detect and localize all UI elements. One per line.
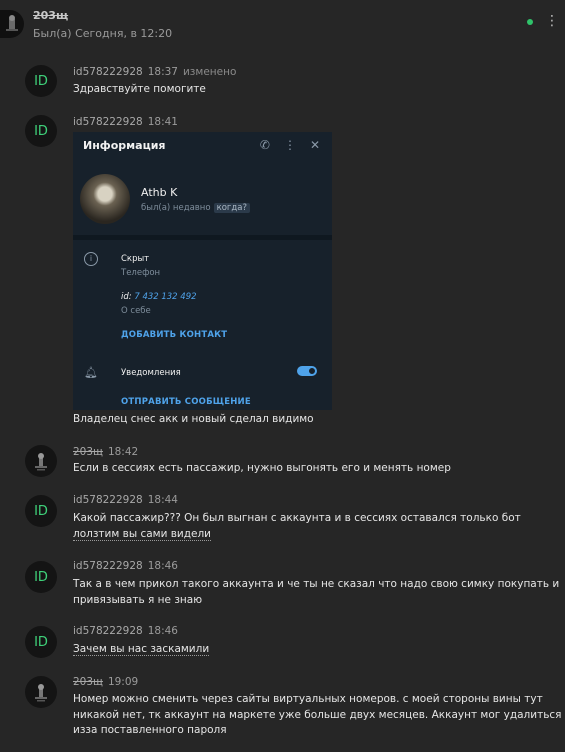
message-author[interactable]: id578222928	[73, 66, 143, 78]
chess-piece-icon	[35, 684, 47, 702]
phone-value: Скрыт	[121, 254, 150, 264]
about-label: О себе	[121, 306, 151, 316]
user-avatar[interactable]: ID	[25, 65, 57, 97]
message-meta: id578222928 18:44	[73, 494, 178, 506]
profile-last-seen: был(а) недавно когда?	[141, 203, 250, 213]
message-time: 18:44	[147, 494, 178, 506]
phone-label: Телефон	[121, 268, 161, 278]
message-author[interactable]: id578222928	[73, 625, 143, 637]
profile-avatar	[80, 174, 130, 224]
message-text: Зачем вы нас заскамили	[73, 643, 210, 656]
user-id: id: 7 432 132 492	[121, 292, 197, 302]
message-time: 19:09	[107, 676, 139, 688]
bell-icon: 🔔︎	[84, 366, 98, 379]
avatar-initials: ID	[34, 569, 48, 585]
message-text: Здравствуйте помогите	[73, 83, 206, 95]
message-meta: 203щ 18:42	[73, 446, 138, 458]
user-avatar[interactable]	[25, 445, 57, 477]
message-time: 18:42	[107, 446, 139, 458]
contact-name[interactable]: 203щ	[33, 9, 68, 22]
message-author[interactable]: 203щ	[73, 446, 103, 458]
user-avatar[interactable]	[25, 676, 57, 708]
message-text: Владелец снес акк и новый сделал видимо	[73, 413, 314, 425]
when-chip: когда?	[213, 203, 250, 213]
more-icon: ⋮	[283, 138, 296, 152]
message-meta: id578222928 18:41	[73, 116, 178, 128]
message-text: Так а в чем прикол такого аккаунта и че …	[73, 578, 560, 606]
more-options-icon[interactable]: ⋮⋮	[545, 14, 565, 28]
divider	[73, 235, 332, 240]
avatar-initials: ID	[34, 73, 48, 89]
avatar-initials: ID	[34, 503, 48, 519]
message-time: 18:41	[147, 116, 178, 128]
user-avatar[interactable]: ID	[25, 115, 57, 147]
contact-status: Был(а) Сегодня, в 12:20	[33, 27, 173, 40]
attached-screenshot[interactable]: Информация ✆ ⋮ ✕ Athb K был(а) недавно когд…	[73, 132, 332, 410]
profile-name: Athb K	[141, 186, 178, 199]
message-meta: 203щ 19:09	[73, 676, 138, 688]
add-contact-button: ДОБАВИТЬ КОНТАКТ	[121, 330, 228, 340]
chat-header: 203щ Был(а) Сегодня, в 12:20 ⋮⋮	[0, 0, 565, 46]
user-avatar[interactable]: ID	[25, 626, 57, 658]
message-text: Номер можно сменить через сайты виртуаль…	[73, 693, 562, 736]
online-dot-icon	[527, 19, 533, 25]
message-author[interactable]: id578222928	[73, 494, 143, 506]
user-avatar[interactable]: ID	[25, 495, 57, 527]
send-message-button: ОТПРАВИТЬ СООБЩЕНИЕ	[121, 397, 251, 407]
message-time: 18:46	[147, 560, 178, 572]
message-meta: id578222928 18:46	[73, 560, 178, 572]
edited-label: изменено	[182, 66, 237, 78]
close-icon: ✕	[309, 138, 320, 152]
message-meta: id578222928 18:46	[73, 625, 178, 637]
notifications-label: Уведомления	[121, 368, 181, 378]
message-time: 18:37	[147, 66, 178, 78]
contact-avatar[interactable]	[0, 10, 24, 38]
message-author[interactable]: 203щ	[73, 676, 103, 688]
message-text: Если в сессиях есть пассажир, нужно выго…	[73, 462, 451, 474]
message-author[interactable]: id578222928	[73, 116, 143, 128]
phone-icon: ✆	[259, 138, 270, 152]
notifications-toggle	[297, 366, 317, 376]
message-time: 18:46	[147, 625, 178, 637]
avatar-initials: ID	[34, 634, 48, 650]
chess-piece-icon	[35, 453, 47, 471]
user-avatar[interactable]: ID	[25, 561, 57, 593]
avatar-initials: ID	[34, 123, 48, 139]
message-meta: id578222928 18:37 изменено	[73, 66, 236, 78]
message-author[interactable]: id578222928	[73, 560, 143, 572]
info-icon: i	[84, 252, 98, 266]
info-title: Информация	[83, 139, 166, 152]
message-text: Какой пассажир??? Он был выгнан с аккаун…	[73, 512, 521, 541]
